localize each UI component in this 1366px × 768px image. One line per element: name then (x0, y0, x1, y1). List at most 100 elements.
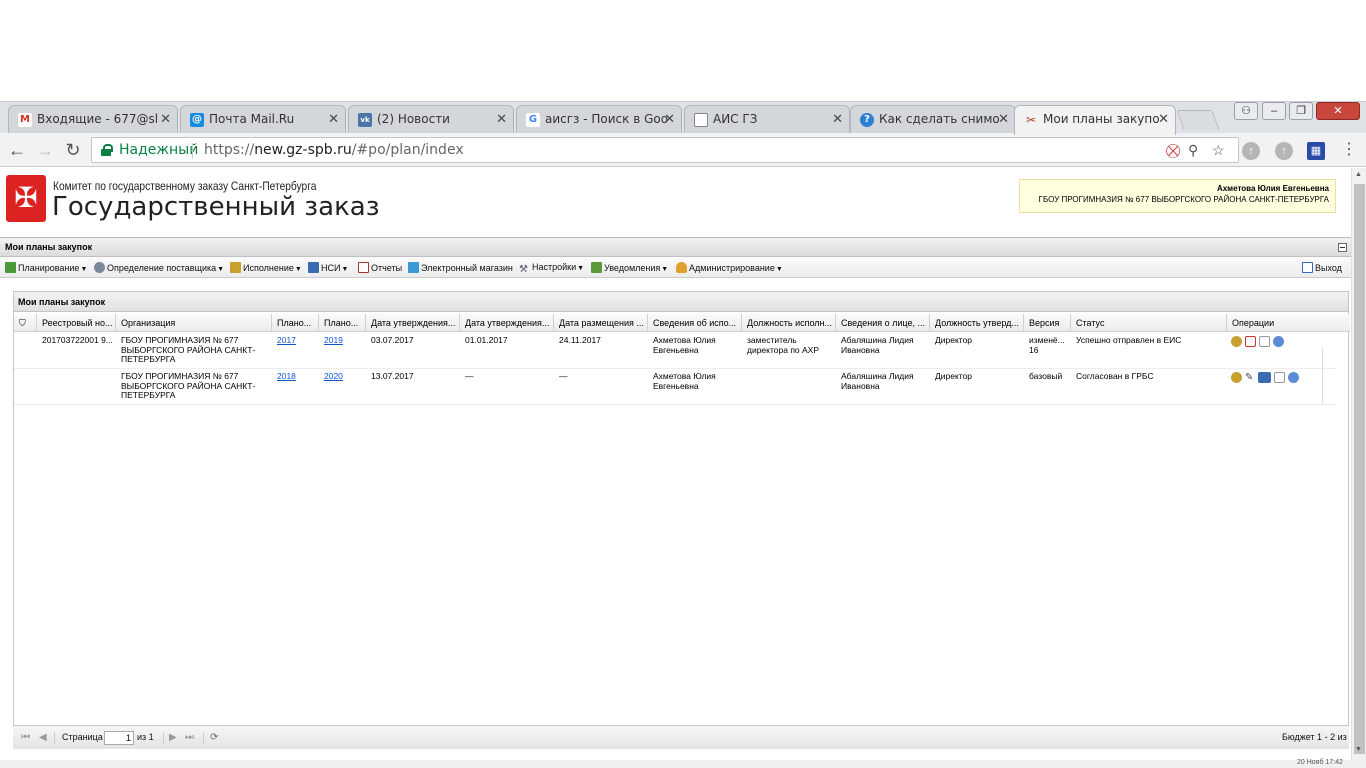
column-header[interactable]: Реестровый но... (36, 314, 115, 332)
menu-planning[interactable]: Планирование▼ (5, 262, 87, 273)
reload-icon[interactable]: ↻ (62, 139, 84, 161)
close-icon[interactable]: ✕ (160, 106, 171, 133)
tab-aisgz[interactable]: АИС ГЗ ✕ (684, 105, 850, 134)
menu-settings[interactable]: ⚒ Настройки▼ (519, 262, 584, 275)
emblem-icon[interactable] (1231, 372, 1242, 383)
columns-icon[interactable] (1258, 372, 1271, 383)
reports-icon (358, 262, 369, 273)
extension-icon[interactable]: ↑ (1242, 142, 1260, 160)
edit-pencil-icon[interactable]: ✎ (1245, 372, 1255, 383)
maximize-button[interactable]: ❐ (1289, 102, 1313, 120)
plan-year-to: 2020 (318, 369, 365, 382)
info-icon[interactable] (1273, 336, 1284, 347)
menu-dots-icon[interactable]: ⋮ (1338, 139, 1360, 161)
user-name: Ахметова Юлия Евгеньевна (1216, 184, 1329, 193)
scroll-down-icon[interactable]: ▼ (1355, 746, 1362, 753)
dropdown-arrow-icon: ▼ (775, 266, 783, 273)
forward-arrow-icon[interactable]: → (34, 139, 56, 161)
tab-label: АИС ГЗ (713, 112, 758, 126)
document-icon[interactable] (1259, 336, 1270, 347)
menu-execution[interactable]: Исполнение▼ (230, 262, 302, 273)
column-header[interactable]: Организация (115, 314, 271, 332)
plan-year-link[interactable]: 2017 (277, 335, 296, 345)
bookmark-star-icon[interactable]: ☆ (1212, 142, 1225, 159)
scrollbar-thumb[interactable] (1354, 184, 1365, 754)
new-tab-button[interactable] (1176, 110, 1220, 130)
page-number-input[interactable] (104, 731, 134, 745)
browser-tab-strip: M Входящие - 677@sl ✕ @ Почта Mail.Ru ✕ … (0, 101, 1366, 135)
tab-google[interactable]: G аисгз - Поиск в Goo ✕ (516, 105, 682, 134)
reg-number: 201703722001 9... (42, 335, 113, 345)
blocked-cookies-icon[interactable]: ⛒ (1166, 142, 1180, 159)
zoom-icon[interactable]: ⚲ (1188, 142, 1198, 159)
collapse-icon[interactable] (1338, 243, 1347, 252)
refresh-icon[interactable]: ⟳ (210, 732, 218, 743)
menu-supplier[interactable]: Определение поставщика▼ (94, 262, 224, 273)
address-bar[interactable]: Надежный https://new.gz-spb.ru/#po/plan/… (91, 137, 1239, 163)
column-header[interactable]: Дата размещения ... (553, 314, 647, 332)
scroll-up-icon[interactable]: ▲ (1355, 171, 1362, 178)
tab-my-plans[interactable]: ✂ Мои планы закупо ✕ (1014, 105, 1176, 135)
plan-year-link[interactable]: 2018 (277, 371, 296, 381)
calendar-icon[interactable] (1245, 336, 1256, 347)
column-header[interactable]: Дата утверждения... (365, 314, 459, 332)
profile-icon[interactable]: ⚇ (1234, 102, 1258, 120)
last-page-icon[interactable]: ⏭ (185, 732, 194, 743)
executor-info: Ахметова Юлия Евгеньевна (653, 371, 716, 391)
close-icon[interactable]: ✕ (832, 106, 843, 133)
menu-label: Исполнение (243, 263, 294, 273)
column-header[interactable]: Дата утверждения... (459, 314, 553, 332)
table-row[interactable]: ГБОУ ПРОГИМНАЗИЯ № 677 ВЫБОРГСКОГО РАЙОН… (14, 369, 1336, 405)
close-icon[interactable]: ✕ (496, 106, 507, 133)
extension-icon[interactable]: ↑ (1275, 142, 1293, 160)
approval-date: — (465, 371, 474, 381)
publish-date: 24.11.2017 (559, 335, 601, 345)
divider (203, 732, 204, 744)
column-header[interactable]: Должность исполн... (741, 314, 835, 332)
menu-label: Отчеты (371, 263, 403, 273)
next-page-icon[interactable]: ▶ (169, 732, 177, 743)
first-page-icon[interactable]: ⏮ (21, 732, 30, 743)
close-icon[interactable]: ✕ (1158, 106, 1169, 133)
menu-logout[interactable]: Выход (1302, 262, 1342, 273)
logout-icon (1302, 262, 1313, 273)
column-header[interactable]: Плано... (271, 314, 318, 332)
column-header[interactable]: Сведения о лице, ... (835, 314, 929, 332)
plan-year-link[interactable]: 2020 (324, 371, 343, 381)
tab-howto[interactable]: ? Как сделать снимо ✕ (850, 105, 1016, 134)
table-row[interactable]: 201703722001 9... ГБОУ ПРОГИМНАЗИЯ № 677… (14, 333, 1336, 369)
column-header[interactable]: Плано... (318, 314, 365, 332)
tab-vk[interactable]: vk (2) Новости ✕ (348, 105, 514, 134)
back-arrow-icon[interactable]: ← (6, 139, 28, 161)
extension-icon[interactable]: ▦ (1307, 142, 1325, 160)
column-header[interactable]: Должность утверд... (929, 314, 1023, 332)
tab-gmail[interactable]: M Входящие - 677@sl ✕ (8, 105, 178, 134)
vk-icon: vk (358, 113, 372, 127)
minimize-button[interactable]: – (1262, 102, 1286, 120)
filter-icon[interactable]: ⛉ (14, 314, 36, 332)
close-window-button[interactable]: ✕ (1316, 102, 1360, 120)
column-header[interactable]: Операции (1226, 314, 1350, 332)
menu-nsi[interactable]: НСИ▼ (308, 262, 348, 273)
menu-eshop[interactable]: Электронный магазин (408, 262, 513, 273)
menu-reports[interactable]: Отчеты (358, 262, 402, 273)
operations (1231, 336, 1287, 347)
tab-mailru[interactable]: @ Почта Mail.Ru ✕ (180, 105, 346, 134)
emblem-icon[interactable] (1231, 336, 1242, 347)
main-menu: Планирование▼ Определение поставщика▼ Ис… (0, 257, 1351, 278)
prev-page-icon[interactable]: ◀ (39, 732, 47, 743)
close-icon[interactable]: ✕ (328, 106, 339, 133)
plan-year-link[interactable]: 2019 (324, 335, 343, 345)
menu-notifications[interactable]: Уведомления▼ (591, 262, 668, 273)
column-header[interactable]: Версия (1023, 314, 1070, 332)
vertical-scrollbar[interactable]: ▲ ▼ (1351, 168, 1366, 760)
document-icon[interactable] (1274, 372, 1285, 383)
column-header[interactable]: Статус (1070, 314, 1226, 332)
column-header[interactable]: Сведения об испо... (647, 314, 741, 332)
close-icon[interactable]: ✕ (664, 106, 675, 133)
close-icon[interactable]: ✕ (998, 106, 1009, 133)
menu-admin[interactable]: Администрирование▼ (676, 262, 783, 273)
info-icon[interactable] (1288, 372, 1299, 383)
approval-date: 13.07.2017 (371, 371, 414, 381)
page-icon (694, 113, 708, 127)
